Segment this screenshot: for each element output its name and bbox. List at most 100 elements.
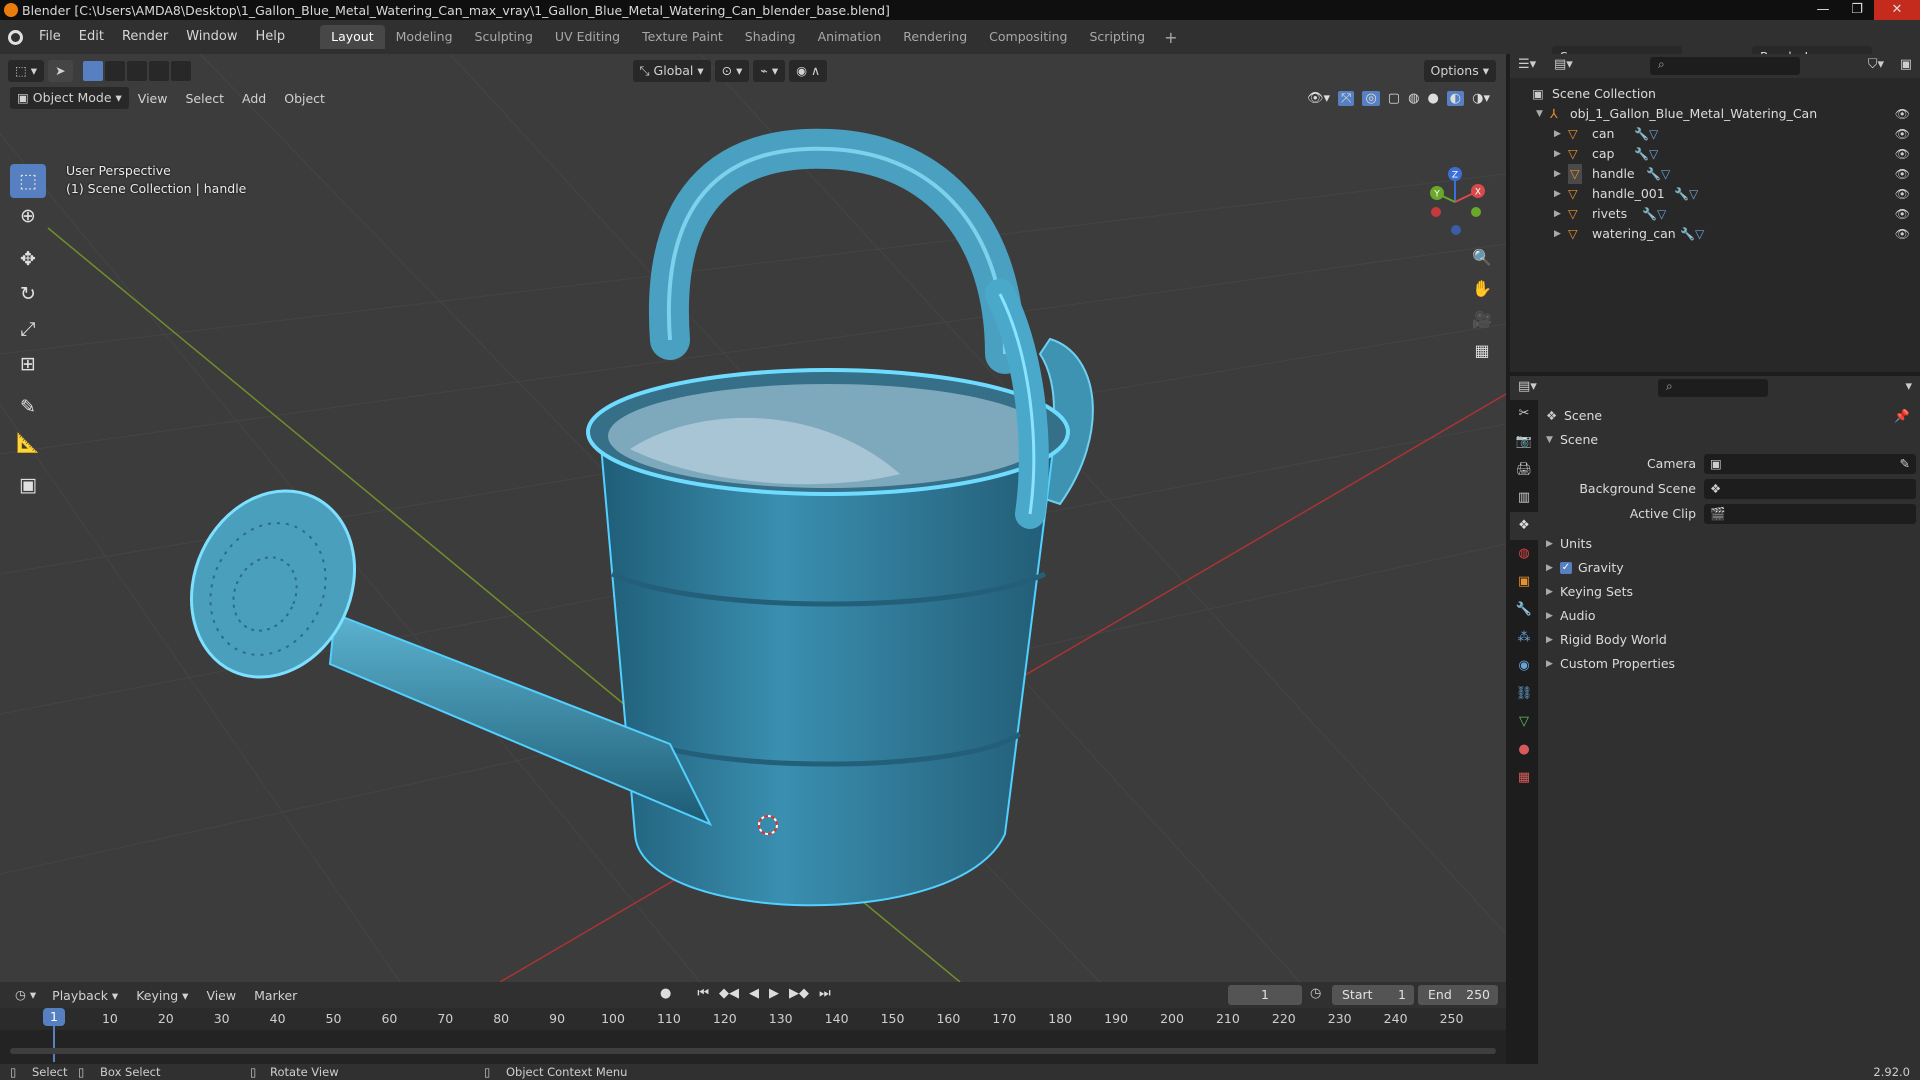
play-icon[interactable]: ▶ xyxy=(769,986,779,1001)
tab-shading[interactable]: Shading xyxy=(734,25,807,49)
blender-menu-icon[interactable] xyxy=(0,20,30,54)
select-subtract-icon[interactable] xyxy=(126,61,147,81)
visibility-icon[interactable]: 👁▾ xyxy=(1307,91,1330,106)
properties-options-icon[interactable]: ▾ xyxy=(1905,379,1912,394)
viewport-menu-object[interactable]: Object xyxy=(275,91,334,106)
outliner-collection[interactable]: ▼ ⅄ obj_1_Gallon_Blue_Metal_Watering_Can… xyxy=(1510,104,1920,124)
visibility-eye-icon[interactable]: 👁 xyxy=(1895,224,1910,244)
data-tab-icon[interactable]: ▽ xyxy=(1510,708,1538,736)
timeline-menu-marker[interactable]: Marker xyxy=(245,988,306,1003)
outliner-object-rivets[interactable]: ▶ ▽ rivets 🔧▽ 👁 xyxy=(1510,204,1920,224)
next-keyframe-icon[interactable]: ▶◆ xyxy=(789,986,809,1001)
add-workspace-button[interactable]: + xyxy=(1156,28,1185,47)
active-clip-field[interactable]: 🎬 xyxy=(1704,504,1916,524)
tab-modeling[interactable]: Modeling xyxy=(385,25,464,49)
gravity-checkbox[interactable]: ✓ xyxy=(1560,562,1572,574)
scene-tab-icon[interactable]: ❖ xyxy=(1510,512,1538,540)
custom-properties-section[interactable]: ▶ Custom Properties xyxy=(1538,652,1920,676)
properties-editor-icon[interactable]: ▤▾ xyxy=(1518,379,1537,394)
timeline-menu-view[interactable]: View xyxy=(197,988,245,1003)
pin-icon[interactable]: 📌 xyxy=(1894,404,1910,428)
add-cube-tool-icon[interactable]: ▣ xyxy=(10,468,46,502)
menu-window[interactable]: Window xyxy=(177,20,246,54)
output-tab-icon[interactable]: 🖨 xyxy=(1510,456,1538,484)
tab-animation[interactable]: Animation xyxy=(807,25,893,49)
camera-view-icon[interactable]: 🎥 xyxy=(1468,306,1496,334)
particles-tab-icon[interactable]: ⁂ xyxy=(1510,624,1538,652)
start-frame-field[interactable]: Start 1 xyxy=(1332,985,1414,1005)
select-extend-icon[interactable] xyxy=(104,61,125,81)
display-mode-icon[interactable]: ▤▾ xyxy=(1554,57,1573,72)
jump-end-icon[interactable]: ⏭ xyxy=(819,986,831,1001)
object-tab-icon[interactable]: ▣ xyxy=(1510,568,1538,596)
expand-arrow-icon[interactable]: ▶ xyxy=(1554,144,1561,164)
select-new-icon[interactable] xyxy=(82,61,103,81)
tab-rendering[interactable]: Rendering xyxy=(892,25,978,49)
expand-arrow-icon[interactable]: ▶ xyxy=(1554,164,1561,184)
scene-panel-header[interactable]: ▼ Scene xyxy=(1538,428,1920,452)
tab-scripting[interactable]: Scripting xyxy=(1079,25,1157,49)
visibility-eye-icon[interactable]: 👁 xyxy=(1895,184,1910,204)
material-shading-icon[interactable]: ◐ xyxy=(1446,90,1465,106)
xray-toggle-icon[interactable]: ▢ xyxy=(1388,91,1400,106)
select-intersect-icon[interactable] xyxy=(170,61,191,81)
eyedropper-icon[interactable]: ✎ xyxy=(1900,452,1910,476)
rotate-tool-icon[interactable]: ↻ xyxy=(10,277,46,311)
watering-can-model[interactable] xyxy=(162,128,1094,907)
playhead[interactable]: 1 xyxy=(43,1008,65,1026)
viewport-menu-view[interactable]: View xyxy=(129,91,177,106)
end-frame-field[interactable]: End 250 xyxy=(1418,985,1498,1005)
perspective-grid-icon[interactable]: ▦ xyxy=(1468,337,1496,365)
3d-viewport[interactable]: ⬚ ▾ ➤ ⤡ Global ▾ ⊙ ▾ ⌁ ▾ ◉ ∧ Options ▾ ▣… xyxy=(0,54,1506,982)
constraints-tab-icon[interactable]: ⛓ xyxy=(1510,680,1538,708)
cursor-tool-icon[interactable]: ⊕ xyxy=(10,199,46,233)
annotate-tool-icon[interactable]: ✎ xyxy=(10,390,46,424)
navigation-gizmo[interactable]: Z X Y xyxy=(1420,164,1490,244)
world-tab-icon[interactable]: ◍ xyxy=(1510,540,1538,568)
expand-arrow-icon[interactable]: ▶ xyxy=(1554,124,1561,144)
record-icon[interactable]: ● xyxy=(660,986,671,1001)
transform-orientation-dropdown[interactable]: ⤡ Global ▾ xyxy=(632,60,711,82)
outliner-editor-icon[interactable]: ☰▾ xyxy=(1518,57,1536,72)
minimize-button[interactable]: — xyxy=(1806,0,1840,20)
transform-tool-icon[interactable]: ⊞ xyxy=(10,347,46,381)
tool-arrow-icon[interactable]: ➤ xyxy=(48,60,73,82)
outliner-object-watering-can[interactable]: ▶ ▽ watering_can 🔧▽ 👁 xyxy=(1510,224,1920,244)
visibility-eye-icon[interactable]: 👁 xyxy=(1895,164,1910,184)
outliner-object-handle[interactable]: ▶ ▽ handle 🔧▽ 👁 xyxy=(1510,164,1920,184)
options-dropdown[interactable]: Options ▾ xyxy=(1423,60,1496,82)
outliner-scene-collection[interactable]: ▣ Scene Collection xyxy=(1510,84,1920,104)
rendered-shading-icon[interactable]: ◑▾ xyxy=(1472,91,1490,106)
outliner-object-cap[interactable]: ▶ ▽ cap 🔧▽ 👁 xyxy=(1510,144,1920,164)
visibility-eye-icon[interactable]: 👁 xyxy=(1895,204,1910,224)
tab-layout[interactable]: Layout xyxy=(320,25,385,49)
view-layer-tab-icon[interactable]: ▥ xyxy=(1510,484,1538,512)
properties-search-input[interactable]: ⌕ xyxy=(1658,379,1768,397)
keying-sets-section[interactable]: ▶ Keying Sets xyxy=(1538,580,1920,604)
outliner-object-handle-001[interactable]: ▶ ▽ handle_001 🔧▽ 👁 xyxy=(1510,184,1920,204)
timeline-editor-type-icon[interactable]: ◷ ▾ xyxy=(8,984,43,1006)
maximize-button[interactable]: ❐ xyxy=(1840,0,1874,20)
viewport-menu-select[interactable]: Select xyxy=(176,91,233,106)
audio-section[interactable]: ▶ Audio xyxy=(1538,604,1920,628)
proportional-edit-toggle[interactable]: ◉ ∧ xyxy=(789,60,828,82)
timeline-menu-keying[interactable]: Keying ▾ xyxy=(127,988,197,1003)
overlay-toggle-icon[interactable]: ◎ xyxy=(1362,90,1380,106)
frame-ruler[interactable]: 10 20 30 40 50 60 70 80 90 100 110 120 130 140 150 160 1… xyxy=(0,1008,1506,1030)
expand-arrow-icon[interactable]: ▶ xyxy=(1554,184,1561,204)
jump-start-icon[interactable]: ⏮ xyxy=(697,986,709,1001)
visibility-eye-icon[interactable]: 👁 xyxy=(1895,144,1910,164)
measure-tool-icon[interactable]: 📐 xyxy=(10,425,46,459)
menu-render[interactable]: Render xyxy=(113,20,177,54)
mode-dropdown[interactable]: ▣ Object Mode ▾ xyxy=(10,87,129,109)
tab-uv-editing[interactable]: UV Editing xyxy=(544,25,631,49)
gravity-section[interactable]: ▶ ✓ Gravity xyxy=(1538,556,1920,580)
pivot-point-dropdown[interactable]: ⊙ ▾ xyxy=(714,60,750,82)
tab-compositing[interactable]: Compositing xyxy=(978,25,1078,49)
pan-hand-icon[interactable]: ✋ xyxy=(1468,275,1496,303)
filter-icon[interactable]: ⛉▾ xyxy=(1868,57,1884,72)
close-button[interactable]: ✕ xyxy=(1874,0,1920,20)
expand-arrow-icon[interactable]: ▶ xyxy=(1554,204,1561,224)
tool-tab-icon[interactable]: ✂ xyxy=(1510,400,1538,428)
outliner-object-can[interactable]: ▶ ▽ can 🔧▽ 👁 xyxy=(1510,124,1920,144)
